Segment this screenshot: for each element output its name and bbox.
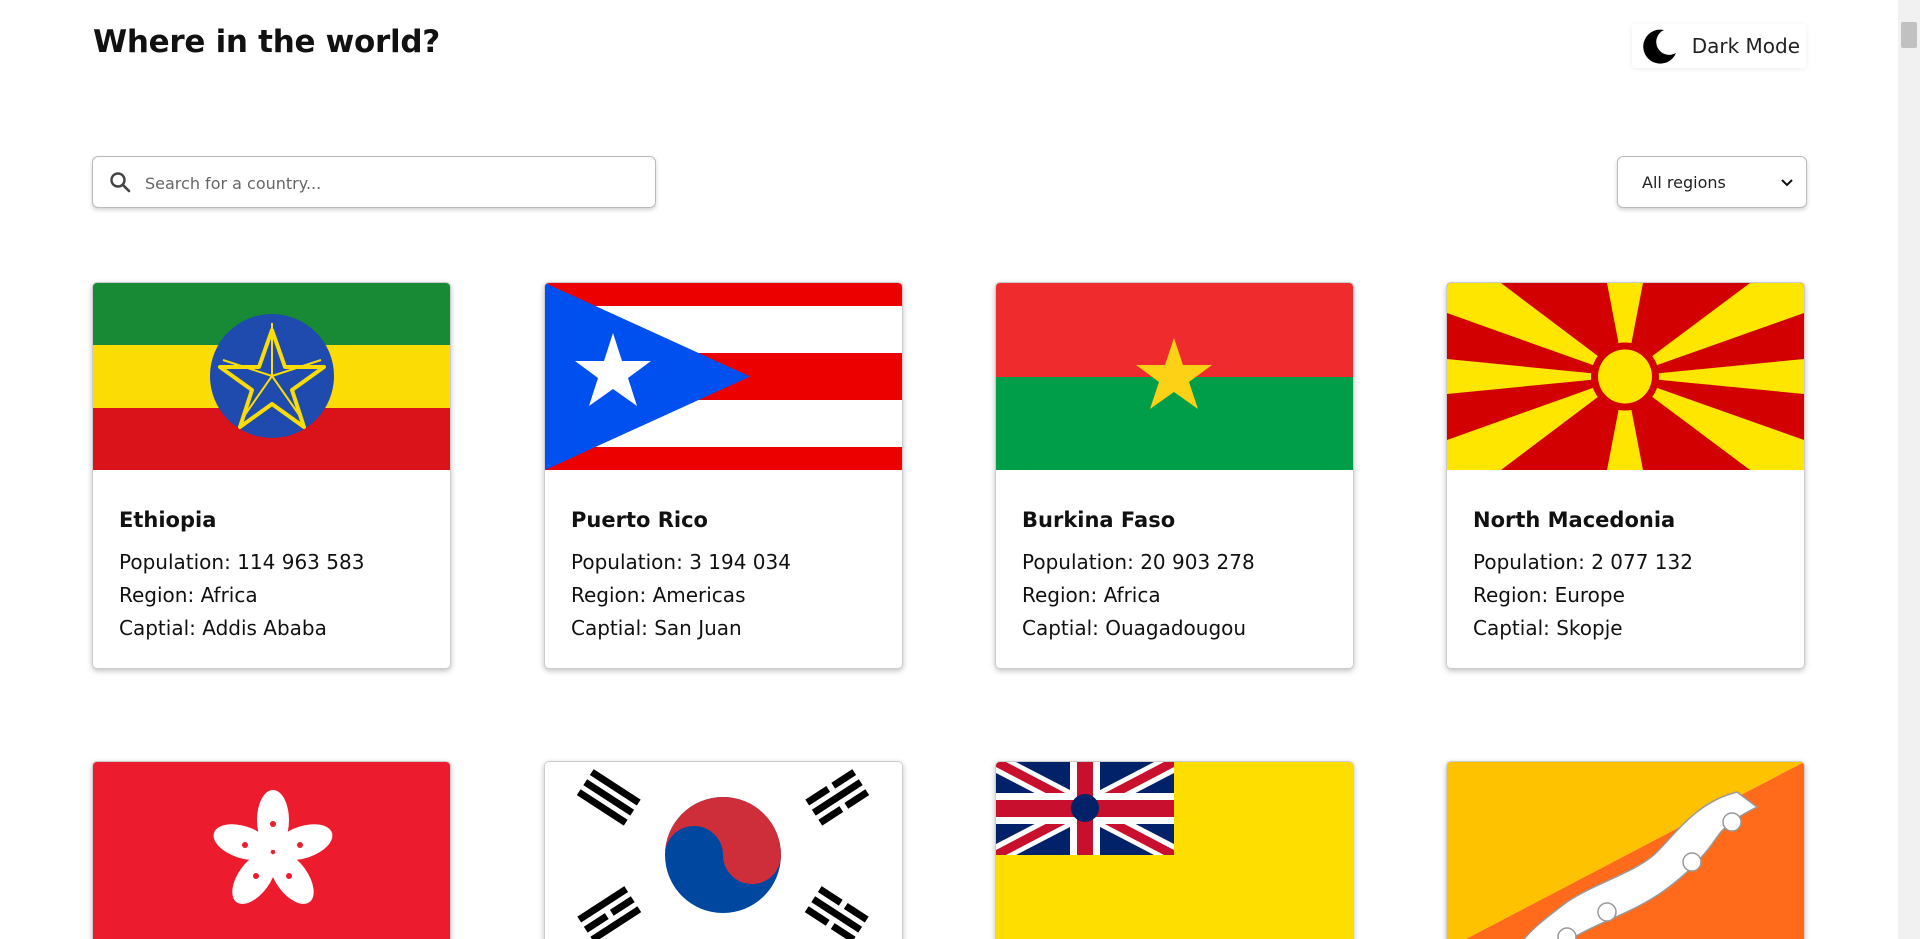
- population-value: 20 903 278: [1140, 550, 1255, 574]
- country-card[interactable]: Burkina Faso Population: 20 903 278 Regi…: [995, 282, 1354, 669]
- population-label: Population:: [1473, 550, 1592, 574]
- card-body: Puerto Rico Population: 3 194 034 Region…: [545, 470, 902, 667]
- population-value: 114 963 583: [237, 550, 365, 574]
- page-title: Where in the world?: [93, 24, 440, 60]
- country-name: Ethiopia: [119, 508, 217, 532]
- dark-mode-toggle[interactable]: Dark Mode: [1631, 24, 1806, 68]
- region-value: Americas: [652, 583, 746, 607]
- region-row: Region: Europe: [1473, 579, 1778, 612]
- population-row: Population: 114 963 583: [119, 546, 424, 579]
- capital-value: Ouagadougou: [1105, 616, 1247, 640]
- search-box[interactable]: [92, 156, 656, 209]
- capital-label: Captial:: [571, 616, 655, 640]
- country-card[interactable]: [995, 761, 1354, 939]
- country-card[interactable]: Ethiopia Population: 114 963 583 Region:…: [92, 282, 451, 669]
- country-name: North Macedonia: [1473, 508, 1676, 532]
- region-label: Region:: [1473, 583, 1555, 607]
- capital-value: Addis Ababa: [202, 616, 327, 640]
- scrollbar[interactable]: [1898, 0, 1920, 939]
- region-value: Africa: [1103, 583, 1161, 607]
- capital-label: Captial:: [1473, 616, 1557, 640]
- card-body: Ethiopia Population: 114 963 583 Region:…: [93, 470, 450, 667]
- capital-row: Captial: Skopje: [1473, 612, 1778, 645]
- region-row: Region: Africa: [119, 579, 424, 612]
- population-label: Population:: [1022, 550, 1141, 574]
- card-body: Burkina Faso Population: 20 903 278 Regi…: [996, 470, 1353, 667]
- capital-row: Captial: Ouagadougou: [1022, 612, 1327, 645]
- controls-bar: All regions: [92, 156, 1807, 210]
- population-value: 3 194 034: [689, 550, 791, 574]
- header: Where in the world? Dark Mode: [93, 20, 1806, 70]
- moon-icon: [1638, 24, 1682, 68]
- scrollbar-thumb[interactable]: [1901, 22, 1917, 48]
- dark-mode-label: Dark Mode: [1691, 34, 1800, 58]
- ethiopia-flag: [93, 283, 450, 470]
- card-body: North Macedonia Population: 2 077 132 Re…: [1447, 470, 1804, 667]
- population-row: Population: 2 077 132: [1473, 546, 1778, 579]
- bhutan-flag: [1447, 762, 1804, 939]
- region-label: Region:: [119, 583, 201, 607]
- population-value: 2 077 132: [1591, 550, 1693, 574]
- region-row: Region: Africa: [1022, 579, 1327, 612]
- burkina-faso-flag: [996, 283, 1353, 470]
- capital-value: Skopje: [1556, 616, 1623, 640]
- capital-label: Captial:: [119, 616, 203, 640]
- capital-row: Captial: San Juan: [571, 612, 876, 645]
- country-card[interactable]: [544, 761, 903, 939]
- country-name: Burkina Faso: [1022, 508, 1176, 532]
- capital-row: Captial: Addis Ababa: [119, 612, 424, 645]
- search-icon: [109, 171, 131, 193]
- country-card[interactable]: North Macedonia Population: 2 077 132 Re…: [1446, 282, 1805, 669]
- country-card[interactable]: [1446, 761, 1805, 939]
- region-value: Africa: [200, 583, 258, 607]
- niue-flag: [996, 762, 1353, 939]
- population-row: Population: 3 194 034: [571, 546, 876, 579]
- north-macedonia-flag: [1447, 283, 1804, 470]
- capital-label: Captial:: [1022, 616, 1106, 640]
- country-card[interactable]: Puerto Rico Population: 3 194 034 Region…: [544, 282, 903, 669]
- region-label: Region:: [1022, 583, 1104, 607]
- region-filter-value: All regions: [1642, 172, 1726, 192]
- south-korea-flag: [545, 762, 902, 939]
- population-row: Population: 20 903 278: [1022, 546, 1327, 579]
- page: Where in the world? Dark Mode All region…: [0, 0, 1898, 939]
- chevron-down-icon: [1780, 175, 1794, 189]
- region-label: Region:: [571, 583, 653, 607]
- population-label: Population:: [119, 550, 238, 574]
- region-row: Region: Americas: [571, 579, 876, 612]
- capital-value: San Juan: [654, 616, 742, 640]
- region-filter-select[interactable]: All regions: [1617, 156, 1807, 208]
- country-card[interactable]: [92, 761, 451, 939]
- hong-kong-flag: [93, 762, 450, 939]
- region-value: Europe: [1554, 583, 1625, 607]
- country-name: Puerto Rico: [571, 508, 708, 532]
- search-input[interactable]: [143, 157, 647, 209]
- puerto-rico-flag: [545, 283, 902, 470]
- population-label: Population:: [571, 550, 690, 574]
